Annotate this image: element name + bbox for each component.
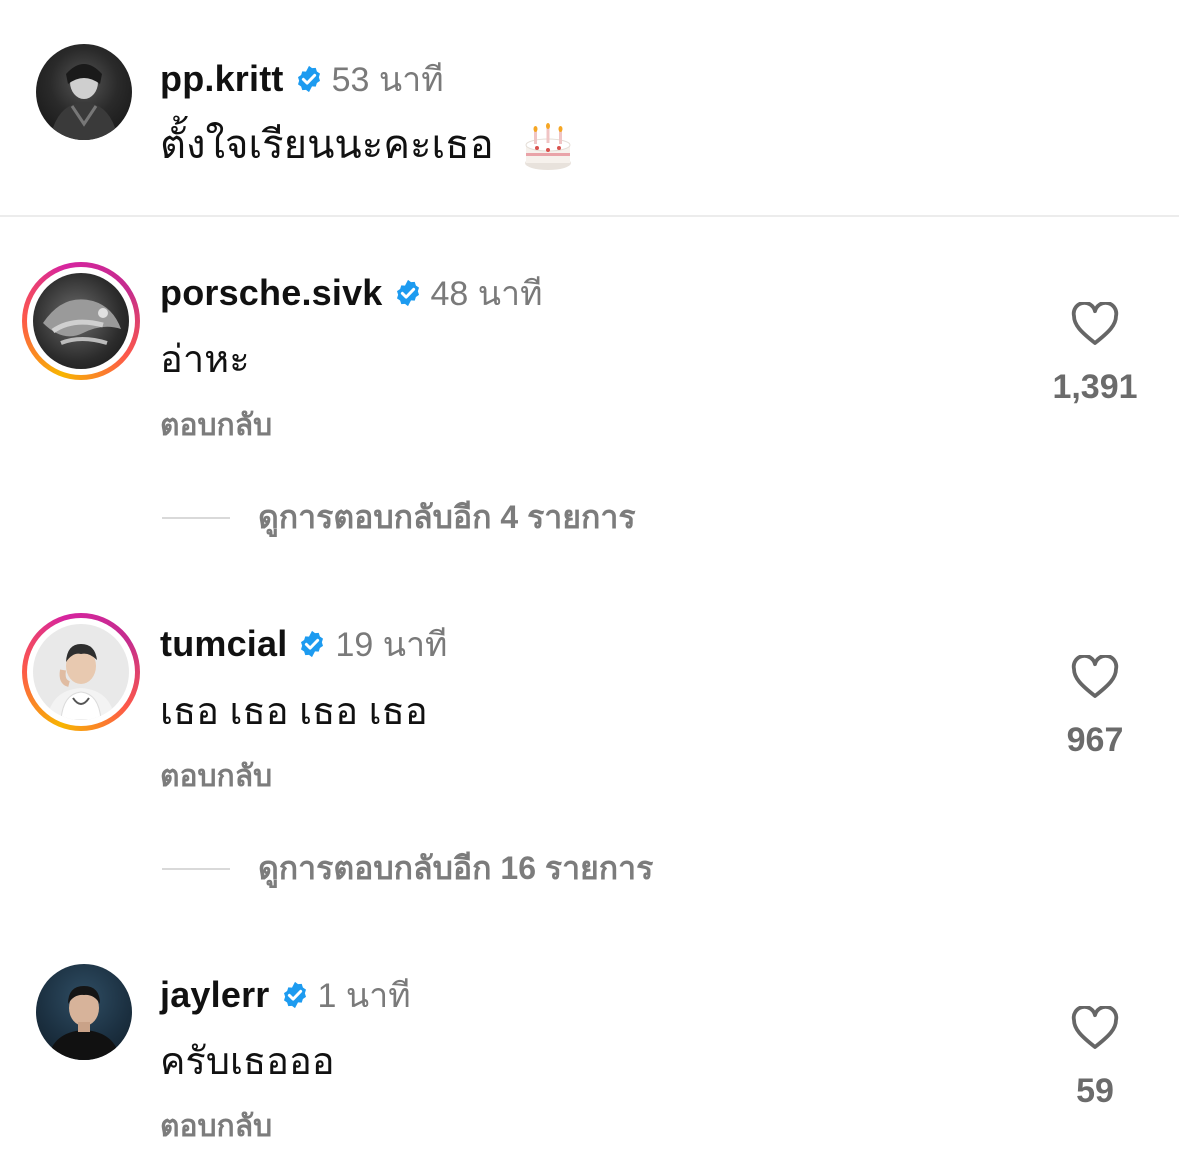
username[interactable]: porsche.sivk bbox=[160, 272, 383, 314]
reply-button[interactable]: ตอบกลับ bbox=[160, 753, 272, 800]
avatar-photo-icon bbox=[47, 644, 115, 720]
reply-button[interactable]: ตอบกลับ bbox=[160, 1103, 272, 1150]
username[interactable]: pp.kritt bbox=[160, 58, 284, 100]
comment-text: ครับเธอออ bbox=[160, 1041, 335, 1083]
verified-badge-icon bbox=[396, 279, 419, 307]
timestamp: 19 นาที bbox=[335, 626, 448, 664]
view-replies-label: ดูการตอบกลับอีก 4 รายการ bbox=[258, 499, 636, 535]
avatar[interactable] bbox=[33, 624, 129, 720]
view-replies-label: ดูการตอบกลับอีก 16 รายการ bbox=[258, 850, 654, 886]
verified-badge-icon bbox=[297, 65, 320, 93]
avatar-photo-icon bbox=[50, 64, 118, 140]
caption-text: ตั้งใจเรียนนะคะเธอ bbox=[160, 123, 494, 167]
like-button[interactable]: 967 bbox=[1025, 655, 1165, 760]
view-replies-line bbox=[162, 516, 230, 519]
heart-icon bbox=[1071, 302, 1119, 345]
like-count: 59 bbox=[1076, 1072, 1114, 1110]
avatar[interactable] bbox=[33, 273, 129, 369]
timestamp: 48 นาที bbox=[430, 275, 543, 313]
heart-icon bbox=[1071, 1006, 1119, 1049]
avatar[interactable] bbox=[36, 964, 132, 1060]
comment-text: เธอ เธอ เธอ เธอ bbox=[160, 691, 428, 733]
heart-icon bbox=[1071, 655, 1119, 698]
verified-badge-icon bbox=[283, 981, 306, 1009]
birthday-cake-icon bbox=[524, 123, 571, 171]
username[interactable]: tumcial bbox=[160, 623, 287, 665]
username[interactable]: jaylerr bbox=[160, 974, 270, 1016]
comments-screen: pp.kritt 53 นาที ตั้งใจเรียนนะคะเธอ pors… bbox=[0, 0, 1179, 1151]
avatar-photo-icon bbox=[43, 299, 121, 345]
avatar-photo-icon bbox=[48, 986, 120, 1060]
view-replies-button[interactable]: ดูการตอบกลับอีก 16 รายการ bbox=[162, 843, 653, 894]
verified-badge-icon bbox=[301, 630, 324, 658]
like-button[interactable]: 1,391 bbox=[1025, 302, 1165, 407]
comment-text: อ่าหะ bbox=[160, 339, 250, 381]
caption-divider bbox=[0, 215, 1179, 217]
reply-button[interactable]: ตอบกลับ bbox=[160, 402, 272, 449]
like-count: 1,391 bbox=[1052, 368, 1138, 406]
avatar[interactable] bbox=[36, 44, 132, 140]
like-count: 967 bbox=[1066, 721, 1124, 759]
timestamp: 1 นาที bbox=[317, 977, 411, 1015]
view-replies-button[interactable]: ดูการตอบกลับอีก 4 รายการ bbox=[162, 492, 636, 543]
timestamp: 53 นาที bbox=[331, 61, 444, 99]
view-replies-line bbox=[162, 867, 230, 870]
like-button[interactable]: 59 bbox=[1025, 1006, 1165, 1111]
post-caption: pp.kritt 53 นาที ตั้งใจเรียนนะคะเธอ bbox=[0, 0, 1179, 216]
